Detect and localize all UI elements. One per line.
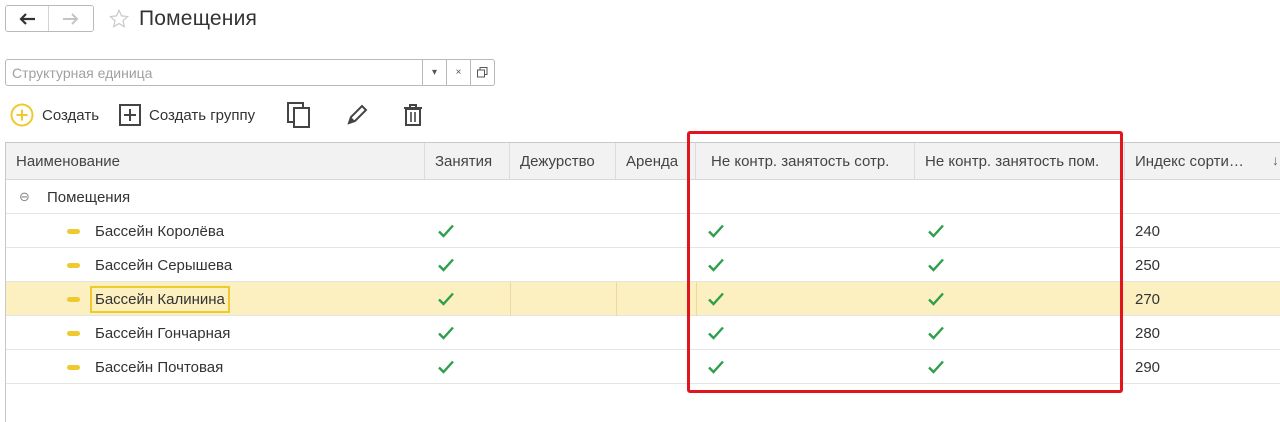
create-label: Создать: [42, 106, 100, 124]
title-bar: Помещения: [5, 5, 257, 32]
create-group-label: Создать группу: [149, 106, 256, 124]
copy-button[interactable]: [287, 102, 311, 128]
room-name: Бассейн Почтовая: [95, 358, 224, 376]
item-marker-icon: [67, 282, 80, 316]
plus-circle-icon: [10, 103, 34, 127]
classes-check-icon: [437, 214, 455, 248]
structural-unit-input[interactable]: Структурная единица: [5, 59, 423, 86]
room-name-cell[interactable]: Бассейн Калинина: [90, 282, 230, 316]
classes-check-icon: [437, 350, 455, 384]
column-header-duty[interactable]: Дежурство: [510, 143, 616, 179]
arrow-right-icon: [63, 12, 79, 25]
back-button[interactable]: [6, 6, 48, 31]
column-header-sort-index[interactable]: Индекс сорти…: [1125, 143, 1265, 179]
cell-divider: [616, 282, 617, 316]
clear-button[interactable]: ×: [447, 59, 471, 86]
item-marker-icon: [67, 248, 80, 282]
highlight-annotation: [687, 131, 1123, 393]
create-button[interactable]: Создать: [10, 103, 99, 127]
item-marker-icon: [67, 214, 80, 248]
nav-buttons: [5, 5, 94, 32]
column-header-classes[interactable]: Занятия: [425, 143, 510, 179]
item-marker-icon: [67, 316, 80, 350]
star-icon[interactable]: [108, 8, 130, 30]
chevron-down-icon: ▾: [431, 67, 438, 78]
delete-button[interactable]: [403, 103, 423, 127]
trash-icon: [404, 104, 423, 126]
structural-unit-filter: Структурная единица ▾ ×: [5, 59, 495, 86]
classes-check-icon: [437, 248, 455, 282]
edit-button[interactable]: [345, 103, 369, 127]
room-name: Бассейн Королёва: [95, 222, 225, 240]
room-name: Бассейн Калинина: [90, 285, 230, 313]
sort-index: 280: [1135, 324, 1161, 342]
classes-check-icon: [437, 282, 455, 316]
classes-check-icon: [437, 316, 455, 350]
create-group-button[interactable]: Создать группу: [119, 104, 255, 126]
room-name: Бассейн Гончарная: [95, 324, 231, 342]
group-label: Помещения: [47, 188, 131, 206]
sort-index: 250: [1135, 256, 1161, 274]
pencil-icon: [347, 104, 368, 125]
sort-index: 290: [1135, 358, 1161, 376]
page-title: Помещения: [139, 6, 258, 30]
cell-divider: [510, 282, 511, 316]
column-header-name[interactable]: Наименование: [6, 143, 425, 179]
open-button[interactable]: [471, 59, 495, 86]
item-marker-icon: [67, 350, 80, 384]
add-group-icon: [119, 104, 142, 126]
column-header-rent[interactable]: Аренда: [616, 143, 696, 179]
copy-icon: [287, 102, 311, 128]
sort-arrow-icon[interactable]: ↓: [1272, 152, 1279, 168]
arrow-left-icon: [19, 12, 35, 25]
forward-button[interactable]: [48, 6, 93, 31]
sort-index: 240: [1135, 222, 1161, 240]
dropdown-button[interactable]: ▾: [423, 59, 447, 86]
sort-index: 270: [1135, 290, 1161, 308]
room-name: Бассейн Серышева: [95, 256, 233, 274]
open-window-icon: [477, 67, 488, 78]
collapse-icon[interactable]: ⊖: [19, 180, 30, 214]
close-icon: ×: [455, 67, 462, 78]
toolbar: Создать Создать группу: [10, 100, 423, 130]
